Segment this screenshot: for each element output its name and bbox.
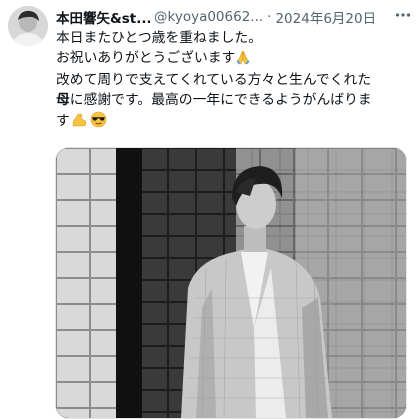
tweet-text-line: お祝いありがとうございます <box>56 49 416 72</box>
more-icon[interactable] <box>392 4 414 26</box>
tweet-text-line: 改めて周りで支えてくれている方々と生んでくれた <box>56 72 372 89</box>
folded-hands-emoji-icon <box>235 49 251 72</box>
tweet-header: 本田響矢&st... @kyoya00662... · 2024年6月20日 <box>56 7 376 27</box>
flexed-biceps-emoji-icon <box>71 111 88 135</box>
tweet-text-line: す <box>56 111 416 135</box>
tweet-photo[interactable] <box>55 147 407 419</box>
author-handle[interactable]: @kyoya00662... <box>154 9 263 25</box>
tweet-card[interactable]: 本田響矢&st... @kyoya00662... · 2024年6月20日 本… <box>0 0 420 419</box>
separator: · <box>267 9 272 25</box>
profile-avatar[interactable] <box>8 6 48 46</box>
tweet-text: 本日またひとつ歳を重ねました。 お祝いありがとうございます 改めて周りで支えてく… <box>56 29 416 135</box>
tweet-text-line: 母に感謝です。最高の一年にできるようがんばりま <box>56 92 372 109</box>
sunglasses-face-emoji-icon <box>90 111 107 135</box>
post-date[interactable]: 2024年6月20日 <box>275 7 376 27</box>
author-name[interactable]: 本田響矢&st... <box>56 7 150 27</box>
tweet-text-line: 本日またひとつ歳を重ねました。 <box>56 30 262 46</box>
